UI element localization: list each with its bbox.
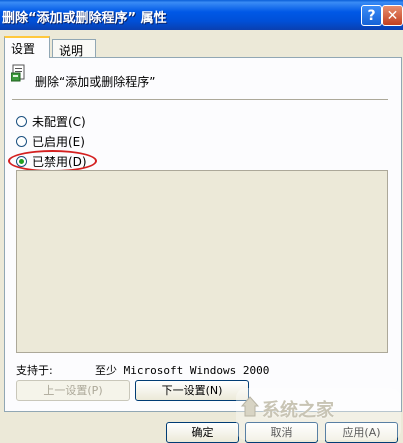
window-title: 删除“添加或删除程序” 属性 <box>2 11 167 26</box>
tab-settings[interactable]: 设置 <box>4 36 50 58</box>
separator <box>12 99 388 100</box>
policy-document-icon <box>11 64 25 82</box>
red-highlight-ellipse <box>8 150 97 172</box>
tab-explain[interactable]: 说明 <box>52 39 96 58</box>
previous-setting-button[interactable]: 上一设置(P) <box>16 380 130 401</box>
next-setting-button[interactable]: 下一设置(N) <box>135 380 249 401</box>
radio-label: 未配置(C) <box>32 114 86 129</box>
supported-on-value: 至少 Microsoft Windows 2000 <box>95 364 270 377</box>
radio-circle[interactable] <box>16 115 27 127</box>
house-logo-icon <box>240 396 260 417</box>
help-button[interactable]: ? <box>361 5 382 26</box>
policy-title: 删除“添加或删除程序” <box>35 75 156 89</box>
radio-label: 已启用(E) <box>32 134 85 149</box>
radio-not-configured[interactable]: 未配置(C) <box>16 113 86 129</box>
title-bar: 删除“添加或删除程序” 属性 ? ✕ <box>0 0 403 30</box>
radio-enabled[interactable]: 已启用(E) <box>16 133 85 149</box>
close-button[interactable]: ✕ <box>382 5 403 26</box>
supported-on-label: 支持于: <box>16 364 53 377</box>
radio-circle[interactable] <box>16 135 27 147</box>
watermark-text: 系统之家 <box>262 400 334 421</box>
options-area <box>16 170 388 353</box>
